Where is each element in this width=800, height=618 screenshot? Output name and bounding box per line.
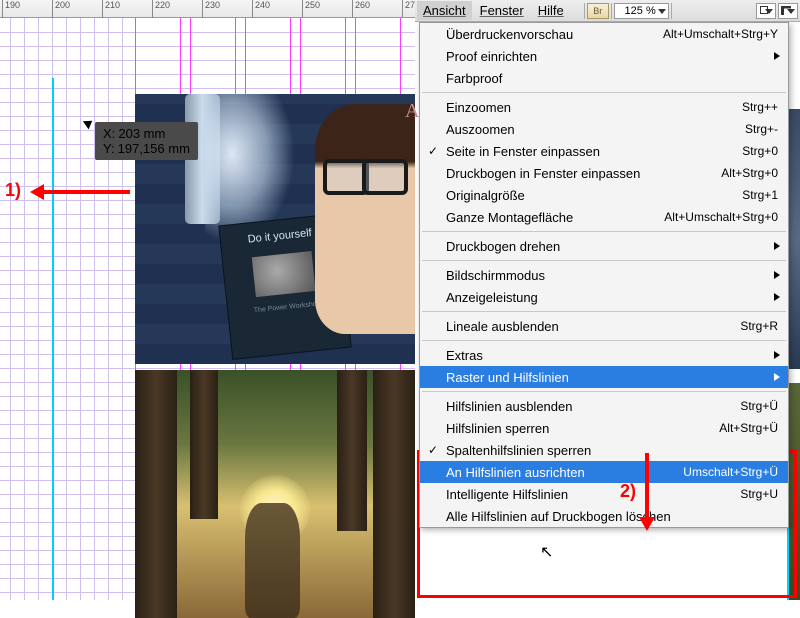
menu-separator	[422, 92, 786, 93]
screen-icon	[760, 6, 768, 14]
cursor-pointer-icon: ↖	[540, 542, 553, 562]
menu-item-ueberdruckenvorschau[interactable]: ÜberdruckenvorschauAlt+Umschalt+Strg+Y	[420, 23, 788, 45]
menu-item-bildschirmmodus[interactable]: Bildschirmmodus	[420, 264, 788, 286]
ruler-tick: 260	[352, 0, 370, 18]
menu-ansicht[interactable]: Ansicht	[417, 1, 472, 20]
placed-image-right-bottom[interactable]	[788, 383, 800, 600]
image-tree	[373, 370, 415, 618]
ruler-tick: 230	[202, 0, 220, 18]
image-tree	[135, 370, 177, 618]
screen-mode-dropdown[interactable]	[756, 3, 776, 19]
bridge-button[interactable]: Br	[587, 3, 609, 19]
menu-item-originalgroesse[interactable]: OriginalgrößeStrg+1	[420, 184, 788, 206]
ruler-tick: 250	[302, 0, 320, 18]
baseline-grid	[0, 60, 415, 61]
menu-separator	[422, 231, 786, 232]
baseline-grid	[0, 88, 415, 89]
menu-item-an-hilfslinien-ausrichten[interactable]: An Hilfslinien ausrichtenUmschalt+Strg+Ü	[420, 461, 788, 483]
menu-separator	[422, 340, 786, 341]
menu-item-lineale-ausblenden[interactable]: Lineale ausblendenStrg+R	[420, 315, 788, 337]
annotation-arrow-1	[40, 190, 130, 194]
annotation-2: 2)	[620, 481, 636, 502]
document-canvas[interactable]: Do it yourself The Power Workshop	[0, 18, 415, 600]
menu-item-hilfslinien-sperren[interactable]: Hilfslinien sperrenAlt+Strg+Ü	[420, 417, 788, 439]
baseline-grid	[0, 32, 415, 33]
column-guide	[94, 18, 95, 600]
menu-separator	[422, 260, 786, 261]
menu-item-extras[interactable]: Extras	[420, 344, 788, 366]
column-guide	[122, 18, 123, 600]
glasses-icon	[323, 159, 408, 187]
placed-image-right-top[interactable]	[788, 109, 800, 369]
ruler-tick: 210	[102, 0, 120, 18]
menu-item-raster-hilfslinien[interactable]: Raster und Hilfslinien	[420, 366, 788, 388]
column-guide	[66, 18, 67, 600]
cursor-arrow-icon	[85, 118, 97, 134]
ruler-tick: 200	[52, 0, 70, 18]
menu-item-proof-einrichten[interactable]: Proof einrichten	[420, 45, 788, 67]
column-guide	[10, 18, 11, 600]
menu-item-farbproof[interactable]: Farbproof	[420, 67, 788, 89]
menu-item-anzeigeleistung[interactable]: Anzeigeleistung	[420, 286, 788, 308]
column-guide	[108, 18, 109, 600]
menu-item-auszoomen[interactable]: AuszoomenStrg+-	[420, 118, 788, 140]
image-tree	[190, 370, 218, 519]
ruler-tick: 240	[252, 0, 270, 18]
menu-item-spaltenhilfslinien-sperren[interactable]: Spaltenhilfslinien sperren	[420, 439, 788, 461]
ansicht-dropdown-menu: ÜberdruckenvorschauAlt+Umschalt+Strg+Y P…	[419, 22, 789, 528]
menu-bar: Ansicht Fenster Hilfe Br 125 %	[415, 0, 800, 22]
menu-hilfe[interactable]: Hilfe	[532, 1, 570, 20]
annotation-1: 1)	[5, 180, 21, 201]
menu-item-einzoomen[interactable]: EinzoomenStrg++	[420, 96, 788, 118]
menu-item-intelligente-hilfslinien[interactable]: Intelligente HilfslinienStrg+U	[420, 483, 788, 505]
menu-separator	[422, 311, 786, 312]
zoom-level-dropdown[interactable]: 125 %	[614, 3, 669, 19]
menu-fenster[interactable]: Fenster	[474, 1, 530, 20]
menu-item-montageflaeche[interactable]: Ganze MontageflächeAlt+Umschalt+Strg+0	[420, 206, 788, 228]
menu-item-seite-fenster[interactable]: Seite in Fenster einpassenStrg+0	[420, 140, 788, 162]
menu-item-alle-hilfslinien-loeschen[interactable]: Alle Hilfslinien auf Druckbogen löschen	[420, 505, 788, 527]
image-person	[315, 104, 415, 334]
baseline-grid	[0, 74, 415, 75]
placed-image-bottom[interactable]	[135, 370, 415, 618]
partial-text-frame: A	[405, 95, 419, 127]
menu-item-hilfslinien-ausblenden[interactable]: Hilfslinien ausblendenStrg+Ü	[420, 395, 788, 417]
column-guide	[80, 18, 81, 600]
arrange-documents-dropdown[interactable]	[778, 3, 798, 19]
ruler-guide[interactable]	[52, 78, 54, 600]
column-guide	[24, 18, 25, 600]
baseline-grid	[0, 46, 415, 47]
book-cover-graphic	[252, 251, 316, 297]
menu-item-druckbogen-drehen[interactable]: Druckbogen drehen	[420, 235, 788, 257]
ruler-tick: 190	[2, 0, 20, 18]
ruler-horizontal[interactable]: 190 200 210 220 230 240 250 260 270	[0, 0, 415, 18]
column-guide	[38, 18, 39, 600]
ruler-tick: 220	[152, 0, 170, 18]
image-tree	[337, 370, 367, 531]
baseline-grid	[0, 368, 415, 369]
annotation-arrow-2	[645, 453, 649, 521]
menu-item-druckbogen-fenster[interactable]: Druckbogen in Fenster einpassenAlt+Strg+…	[420, 162, 788, 184]
arrange-icon	[781, 6, 791, 15]
image-figure	[245, 503, 300, 618]
menu-separator	[422, 391, 786, 392]
cursor-position-tooltip: X: 203 mm Y: 197,156 mm	[95, 122, 198, 160]
